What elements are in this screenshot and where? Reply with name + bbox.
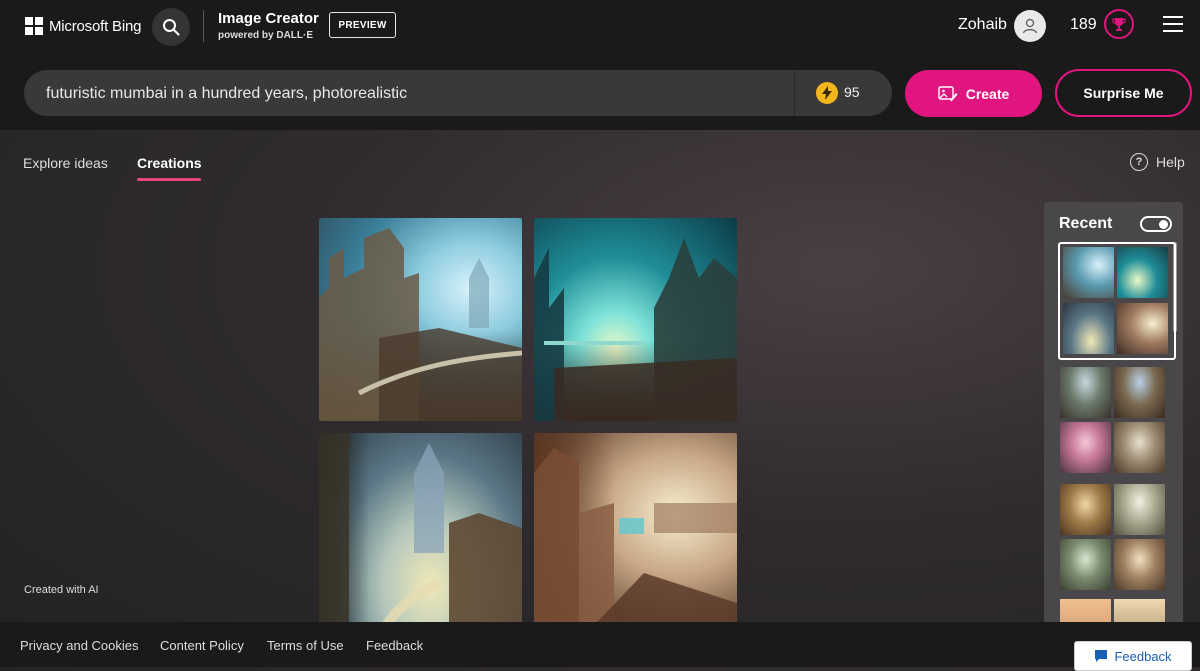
recent-title: Recent: [1059, 215, 1113, 232]
brand-name: Microsoft Bing: [49, 17, 142, 35]
search-icon: [163, 19, 180, 36]
feedback-button-label: Feedback: [1114, 648, 1172, 664]
recent-thumb: [1063, 247, 1114, 298]
tab-creations[interactable]: Creations: [137, 155, 202, 171]
create-brush-icon: [938, 85, 958, 101]
search-button[interactable]: [152, 8, 190, 46]
user-icon: [1022, 18, 1038, 34]
recent-thumb: [1060, 367, 1111, 418]
bing-logo-link[interactable]: Microsoft Bing: [25, 17, 141, 35]
footer-link-privacy[interactable]: Privacy and Cookies: [20, 638, 139, 653]
footer-link-feedback[interactable]: Feedback: [366, 638, 423, 653]
generated-image-2[interactable]: [534, 218, 737, 421]
recent-thumb: [1060, 484, 1111, 535]
recent-thumb: [1060, 538, 1111, 590]
recent-group[interactable]: [1060, 484, 1166, 590]
user-avatar[interactable]: [1014, 10, 1046, 42]
help-label: Help: [1156, 154, 1185, 170]
feedback-chat-icon: [1095, 650, 1108, 662]
recent-thumb: [1114, 538, 1165, 590]
recent-panel: Recent: [1044, 202, 1183, 632]
boost-icon: [816, 82, 838, 104]
boost-count: 95: [844, 84, 860, 100]
recent-thumb: [1117, 247, 1168, 298]
city-scene-graphic: [319, 228, 522, 421]
footer-link-terms[interactable]: Terms of Use: [267, 638, 344, 653]
surprise-me-button[interactable]: Surprise Me: [1055, 69, 1192, 117]
recent-thumb: [1114, 367, 1165, 418]
top-header: Microsoft Bing Image Creator powered by …: [0, 0, 1200, 130]
rewards-trophy-button[interactable]: [1104, 9, 1134, 39]
windows-logo-icon: [25, 17, 43, 35]
tab-explore-ideas[interactable]: Explore ideas: [23, 155, 108, 171]
prompt-input[interactable]: [44, 70, 788, 118]
recent-thumb: [1060, 421, 1111, 473]
active-tab-indicator: [137, 178, 201, 181]
city-scene-graphic: [534, 238, 737, 421]
generated-image-3[interactable]: [319, 433, 522, 636]
help-link[interactable]: ? Help: [1130, 153, 1185, 171]
recent-thumb: [1117, 302, 1168, 354]
help-icon: ?: [1130, 153, 1148, 171]
create-label: Create: [965, 85, 1010, 102]
user-name[interactable]: Zohaib: [958, 16, 1007, 34]
powered-by-text: powered by DALL·E: [218, 30, 314, 41]
city-scene-graphic: [319, 433, 522, 636]
create-button[interactable]: Create: [905, 70, 1042, 117]
rewards-points[interactable]: 189: [1070, 16, 1097, 34]
recent-thumb: [1114, 484, 1165, 535]
recent-thumb: [1114, 421, 1165, 473]
footer-link-content-policy[interactable]: Content Policy: [160, 638, 244, 653]
footer: Privacy and Cookies Content Policy Terms…: [0, 622, 1200, 667]
hamburger-menu-icon[interactable]: [1163, 16, 1183, 32]
recent-group[interactable]: [1060, 367, 1166, 473]
trophy-icon: [1112, 18, 1126, 31]
header-divider: [203, 10, 204, 42]
preview-badge: PREVIEW: [329, 12, 396, 38]
created-with-ai-label: Created with AI: [24, 584, 99, 596]
recent-group-selected[interactable]: [1058, 242, 1176, 360]
city-scene-graphic: [534, 448, 737, 636]
recent-thumb: [1063, 302, 1114, 354]
app-title[interactable]: Image Creator: [218, 10, 319, 27]
generated-image-1[interactable]: [319, 218, 522, 421]
prompt-separator: [794, 70, 795, 116]
recent-toggle[interactable]: [1140, 216, 1172, 232]
prompt-bar: 95: [24, 70, 892, 118]
generated-image-4[interactable]: [534, 433, 737, 636]
toggle-knob: [1159, 220, 1168, 229]
